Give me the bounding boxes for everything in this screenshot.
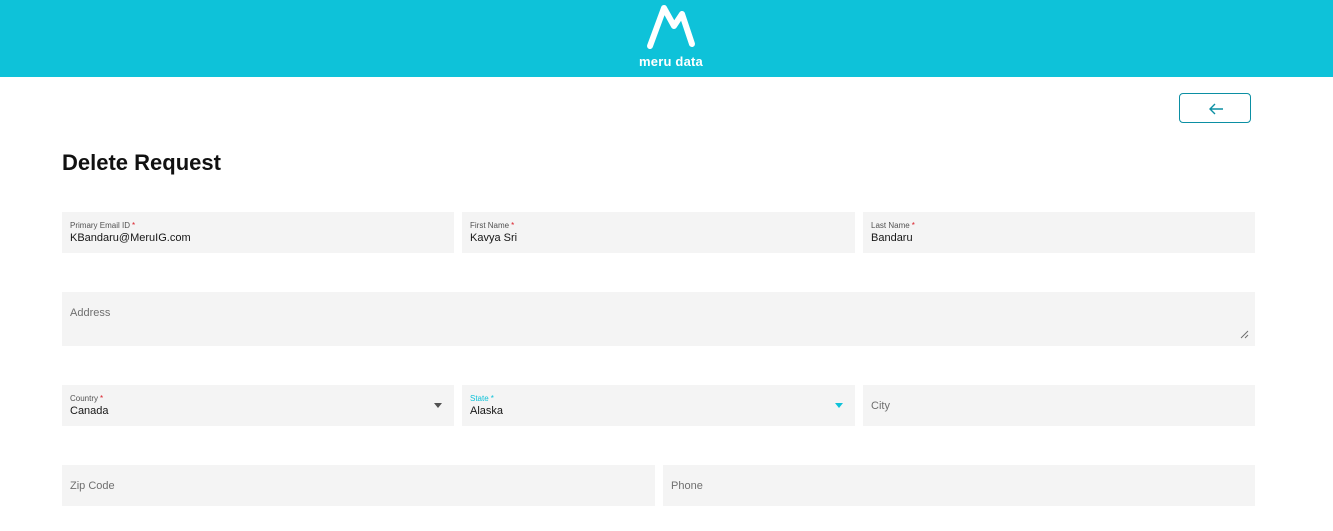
last-name-label: Last Name * — [871, 221, 915, 230]
first-name-value: Kavya Sri — [470, 232, 518, 244]
address-textarea[interactable]: Address — [62, 292, 1255, 346]
chevron-down-icon[interactable] — [835, 403, 843, 408]
email-label: Primary Email ID * — [70, 221, 136, 230]
resize-handle-icon[interactable] — [1240, 330, 1249, 339]
country-select[interactable]: Country * Canada — [62, 385, 454, 426]
brand-name: meru data — [639, 54, 703, 69]
chevron-down-icon[interactable] — [434, 403, 442, 408]
email-value: KBandaru@MeruIG.com — [70, 232, 191, 244]
zip-code-placeholder: Zip Code — [70, 480, 115, 492]
last-name-field[interactable]: Last Name * Bandaru — [863, 212, 1255, 253]
country-label: Country * — [70, 394, 104, 403]
city-placeholder: City — [871, 400, 890, 412]
state-select[interactable]: State * Alaska — [462, 385, 855, 426]
state-label: State * — [470, 394, 494, 403]
arrow-left-icon — [1209, 103, 1223, 115]
first-name-field[interactable]: First Name * Kavya Sri — [462, 212, 855, 253]
city-input[interactable]: City — [863, 385, 1255, 426]
phone-placeholder: Phone — [671, 480, 703, 492]
back-button[interactable] — [1179, 93, 1251, 123]
last-name-value: Bandaru — [871, 232, 913, 244]
page-title: Delete Request — [62, 150, 221, 175]
country-value: Canada — [70, 405, 109, 417]
email-field[interactable]: Primary Email ID * KBandaru@MeruIG.com — [62, 212, 454, 253]
first-name-label: First Name * — [470, 221, 515, 230]
meru-data-logo[interactable]: meru data — [636, 2, 706, 69]
address-placeholder: Address — [70, 307, 111, 319]
mountain-logo-icon — [647, 5, 695, 49]
app-header: meru data — [0, 0, 1333, 77]
state-value: Alaska — [470, 405, 504, 417]
zip-code-input[interactable]: Zip Code — [62, 465, 655, 506]
phone-input[interactable]: Phone — [663, 465, 1255, 506]
